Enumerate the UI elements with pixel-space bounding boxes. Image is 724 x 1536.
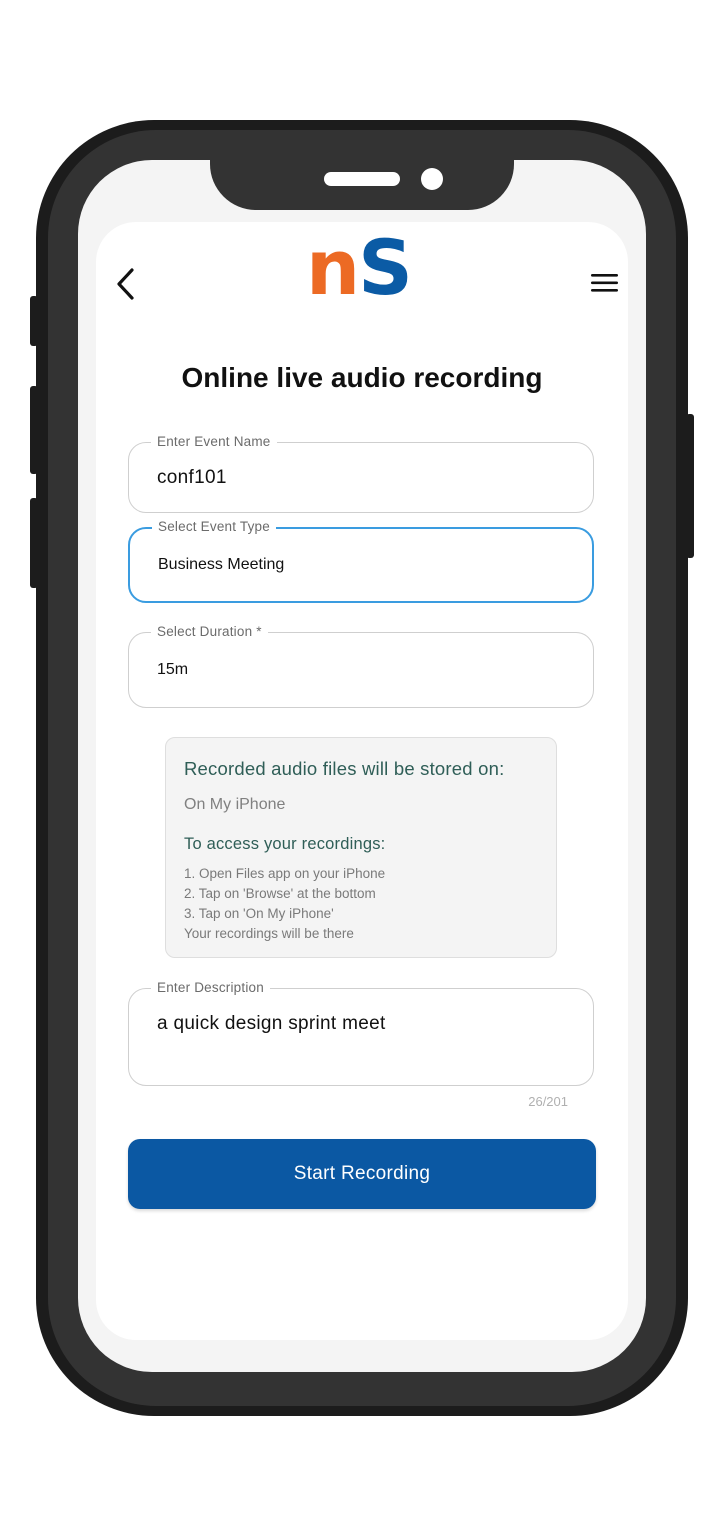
event-name-value: conf101 bbox=[157, 467, 227, 488]
access-instructions-heading: To access your recordings: bbox=[184, 835, 386, 853]
access-steps: 1. Open Files app on your iPhone 2. Tap … bbox=[184, 864, 385, 944]
storage-info-heading: Recorded audio files will be stored on: bbox=[184, 758, 505, 779]
event-type-value: Business Meeting bbox=[158, 556, 285, 573]
start-recording-button[interactable]: Start Recording bbox=[128, 1139, 596, 1209]
event-type-label: Select Event Type bbox=[152, 519, 276, 535]
back-button[interactable] bbox=[110, 264, 146, 304]
storage-location: On My iPhone bbox=[184, 796, 286, 813]
chevron-left-icon bbox=[117, 268, 134, 300]
duration-value: 15m bbox=[157, 661, 189, 678]
access-step: 1. Open Files app on your iPhone bbox=[184, 866, 386, 881]
description-label: Enter Description bbox=[151, 980, 270, 996]
page-title: Online live audio recording bbox=[181, 362, 543, 393]
logo-letter-n: n bbox=[306, 223, 360, 312]
storage-info-box: Recorded audio files will be stored on: … bbox=[165, 737, 557, 958]
phone-speaker bbox=[324, 172, 400, 186]
hamburger-menu-icon bbox=[591, 274, 618, 292]
duration-label: Select Duration * bbox=[151, 624, 268, 640]
description-textarea[interactable]: Enter Description a quick design sprint … bbox=[128, 980, 594, 1086]
access-step: Your recordings will be there bbox=[184, 926, 354, 941]
logo-letter-s: S bbox=[358, 223, 413, 312]
description-value: a quick design sprint meet bbox=[157, 1013, 386, 1034]
access-step: 3. Tap on 'On My iPhone' bbox=[184, 906, 334, 921]
phone-camera bbox=[421, 168, 443, 190]
event-type-select[interactable]: Select Event Type Business Meeting bbox=[128, 519, 594, 603]
description-char-counter: 26/201 bbox=[528, 1094, 568, 1109]
menu-button[interactable] bbox=[588, 268, 622, 298]
app-logo: nS bbox=[306, 230, 418, 306]
access-step: 2. Tap on 'Browse' at the bottom bbox=[184, 886, 376, 901]
stage: nS Online live audio recording Enter Eve… bbox=[0, 0, 724, 1536]
duration-select[interactable]: Select Duration * 15m bbox=[128, 624, 594, 708]
event-name-label: Enter Event Name bbox=[151, 434, 277, 450]
event-name-field[interactable]: Enter Event Name conf101 bbox=[128, 434, 594, 513]
